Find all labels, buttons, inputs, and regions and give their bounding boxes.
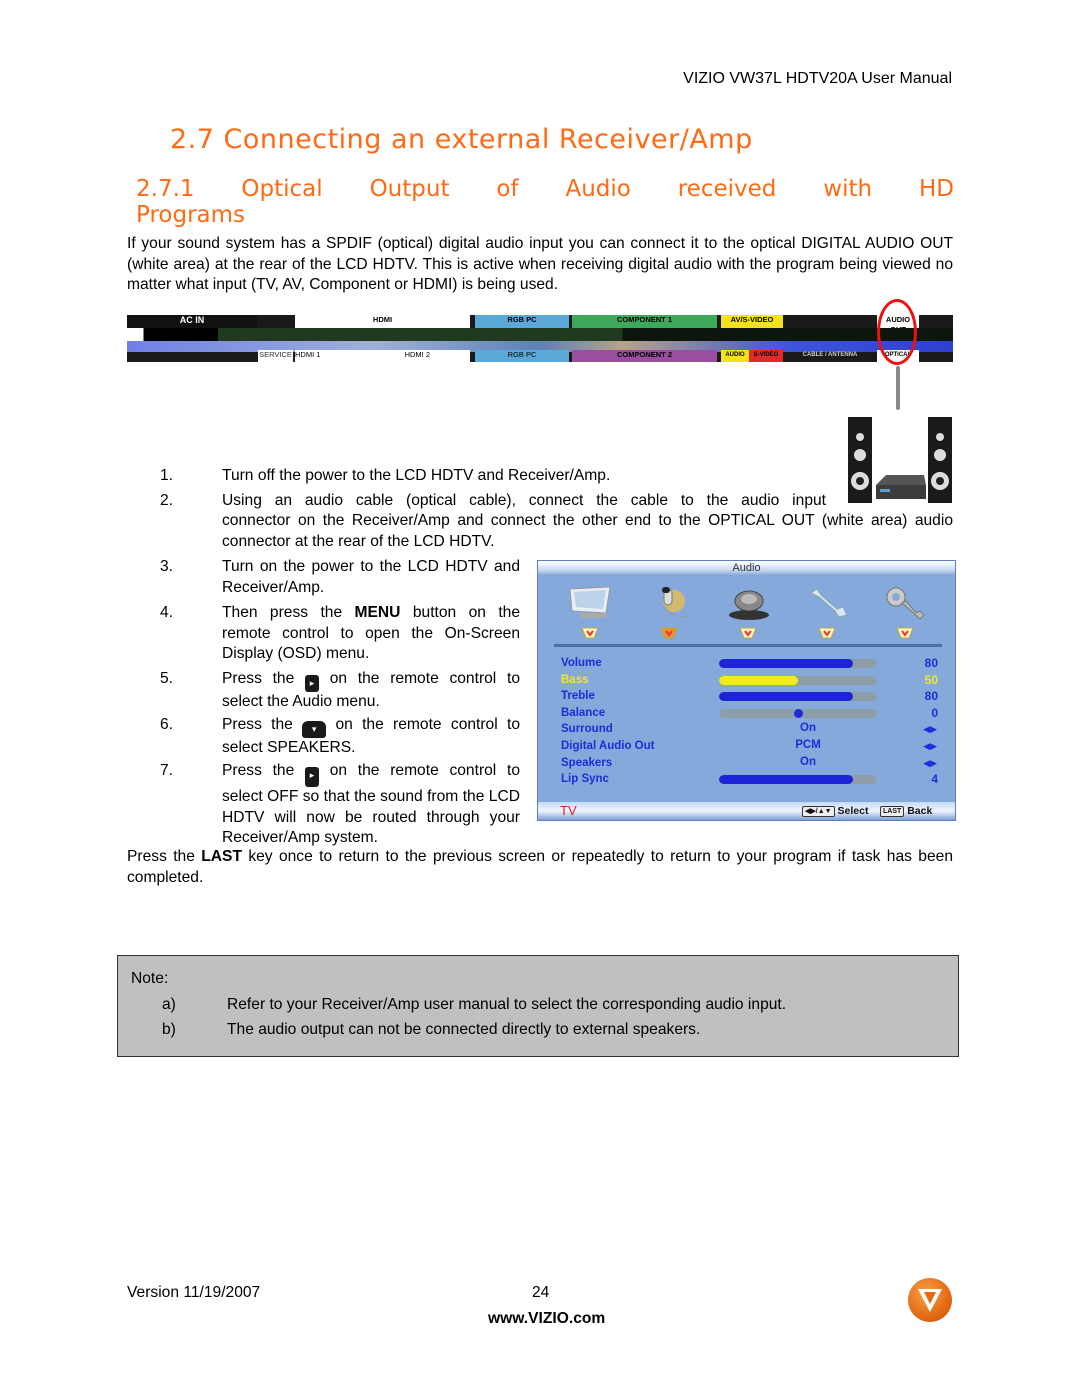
closing-paragraph: Press the LAST key once to return to the… — [127, 848, 953, 886]
manual-title: VIZIO VW37L HDTV20A User Manual — [683, 70, 952, 87]
intro-paragraph: If your sound system has a SPDIF (optica… — [127, 235, 953, 293]
receiver-speakers-icon — [848, 417, 952, 503]
osd-slider-track[interactable] — [719, 692, 877, 702]
osd-row-value: 0 — [931, 705, 938, 720]
osd-tab-indicator-icon — [896, 627, 914, 639]
subsection-title-cont: Programs — [136, 202, 246, 228]
osd-back-hint: LAST Back — [880, 805, 932, 817]
osd-slider-track[interactable] — [719, 708, 877, 718]
menu-key-label: MENU — [354, 604, 401, 621]
footer-version: Version 11/19/2007 — [127, 1284, 261, 1301]
osd-footer: TV ◀▶/▲▼ Select LAST Back — [538, 802, 955, 820]
panel-label-service: SERVICE — [258, 350, 293, 362]
osd-slider-fill — [719, 675, 798, 685]
panel-label-rgb-pc-bottom: RGB PC — [475, 350, 569, 362]
arrow-keys-icon: ◀▶/▲▼ — [802, 806, 835, 817]
audio-microphone-icon — [662, 587, 689, 618]
note-marker-a: a) — [162, 996, 176, 1013]
osd-slider-track[interactable] — [719, 775, 877, 785]
osd-option-value: On — [800, 755, 816, 768]
panel-label-hdmi: HDMI — [295, 315, 470, 328]
optical-cable-icon — [896, 366, 900, 410]
panel-label-hdmi-1: HDMI 1 — [295, 350, 335, 362]
left-right-arrows-icon[interactable]: ◀▶ — [923, 724, 937, 735]
down-arrow-button-icon: ▾ — [302, 721, 327, 738]
page-number: 24 — [532, 1284, 550, 1301]
osd-balance-knob[interactable] — [794, 708, 803, 718]
note-marker-b: b) — [162, 1021, 176, 1038]
satellite-dish-icon — [729, 590, 769, 620]
osd-row-label[interactable]: Lip Sync — [561, 771, 609, 787]
last-key-label: LAST — [201, 848, 242, 865]
osd-row-label[interactable]: Digital Audio Out — [561, 738, 654, 754]
left-right-arrows-icon[interactable]: ◀▶ — [923, 741, 937, 752]
osd-slider-track[interactable] — [719, 675, 877, 685]
footer-url-link[interactable]: www.VIZIO.com — [488, 1310, 605, 1328]
osd-row-label[interactable]: Treble — [561, 688, 595, 704]
right-arrow-button-icon: ▸ — [305, 767, 319, 787]
key-icon — [886, 587, 925, 620]
osd-divider — [554, 644, 942, 647]
optical-out-highlight-circle — [877, 299, 917, 365]
note-item-b: The audio output can not be connected di… — [227, 1021, 701, 1038]
picture-icon — [569, 586, 611, 618]
note-item-a: Refer to your Receiver/Amp user manual t… — [227, 996, 787, 1013]
subsection-title: 2.7.1 Optical Output of Audio received w… — [136, 176, 954, 202]
osd-row-value: 50 — [924, 672, 938, 687]
osd-tab-indicator-icon — [739, 627, 757, 639]
osd-slider-fill — [719, 692, 854, 702]
panel-scan-artifact — [127, 328, 953, 342]
osd-row-label[interactable]: Volume — [561, 655, 602, 671]
panel-label-s-video: S-VIDEO — [749, 350, 783, 362]
panel-label-hdmi-2: HDMI 2 — [335, 350, 470, 362]
osd-tab-indicator-icon — [818, 627, 836, 639]
osd-slider-fill — [719, 659, 854, 668]
note-label: Note: — [131, 970, 169, 987]
wrench-icon — [810, 588, 848, 618]
osd-audio-menu-screenshot: Audio Volume 80 Bass 50 Treble 80 Balance 0 Surr… — [537, 560, 956, 821]
osd-row-label[interactable]: Bass — [561, 672, 589, 688]
left-right-arrows-icon[interactable]: ◀▶ — [923, 758, 937, 769]
osd-slider-fill — [719, 775, 854, 785]
panel-label-audio: AUDIO — [721, 350, 749, 362]
osd-option-value: On — [800, 722, 816, 735]
osd-row-value: 80 — [924, 689, 938, 704]
panel-label-av-svideo: AV/S-VIDEO — [721, 315, 783, 328]
panel-label-component-2: COMPONENT 2 — [572, 350, 717, 362]
note-box: Note: a) Refer to your Receiver/Amp user… — [117, 955, 959, 1057]
panel-label-ac-in: AC IN — [127, 315, 257, 328]
osd-row-label[interactable]: Surround — [561, 721, 613, 737]
panel-label-component-1: COMPONENT 1 — [572, 315, 717, 328]
osd-row-label[interactable]: Balance — [561, 705, 605, 721]
osd-row-label[interactable]: Speakers — [561, 755, 612, 771]
vizio-logo-icon — [908, 1278, 952, 1322]
right-arrow-button-icon: ▸ — [305, 675, 319, 692]
tv-rear-panel-image: AC IN HDMI RGB PC COMPONENT 1 AV/S-VIDEO… — [127, 315, 953, 362]
osd-row-value: 80 — [924, 656, 938, 670]
section-title: 2.7 Connecting an external Receiver/Amp — [170, 124, 753, 155]
osd-select-hint: ◀▶/▲▼ Select — [802, 805, 868, 817]
last-key-icon: LAST — [880, 806, 905, 817]
osd-tab-indicator-icon — [660, 627, 678, 639]
osd-source-label: TV — [560, 803, 577, 818]
osd-option-value: PCM — [795, 739, 821, 751]
osd-slider-track[interactable] — [719, 659, 877, 668]
osd-title: Audio — [538, 561, 955, 576]
osd-row-value: 4 — [931, 772, 938, 787]
panel-label-rgb-pc: RGB PC — [475, 315, 569, 328]
panel-label-cable-antenna: CABLE / ANTENNA — [802, 352, 858, 358]
osd-tab-indicator-icon — [581, 627, 599, 639]
